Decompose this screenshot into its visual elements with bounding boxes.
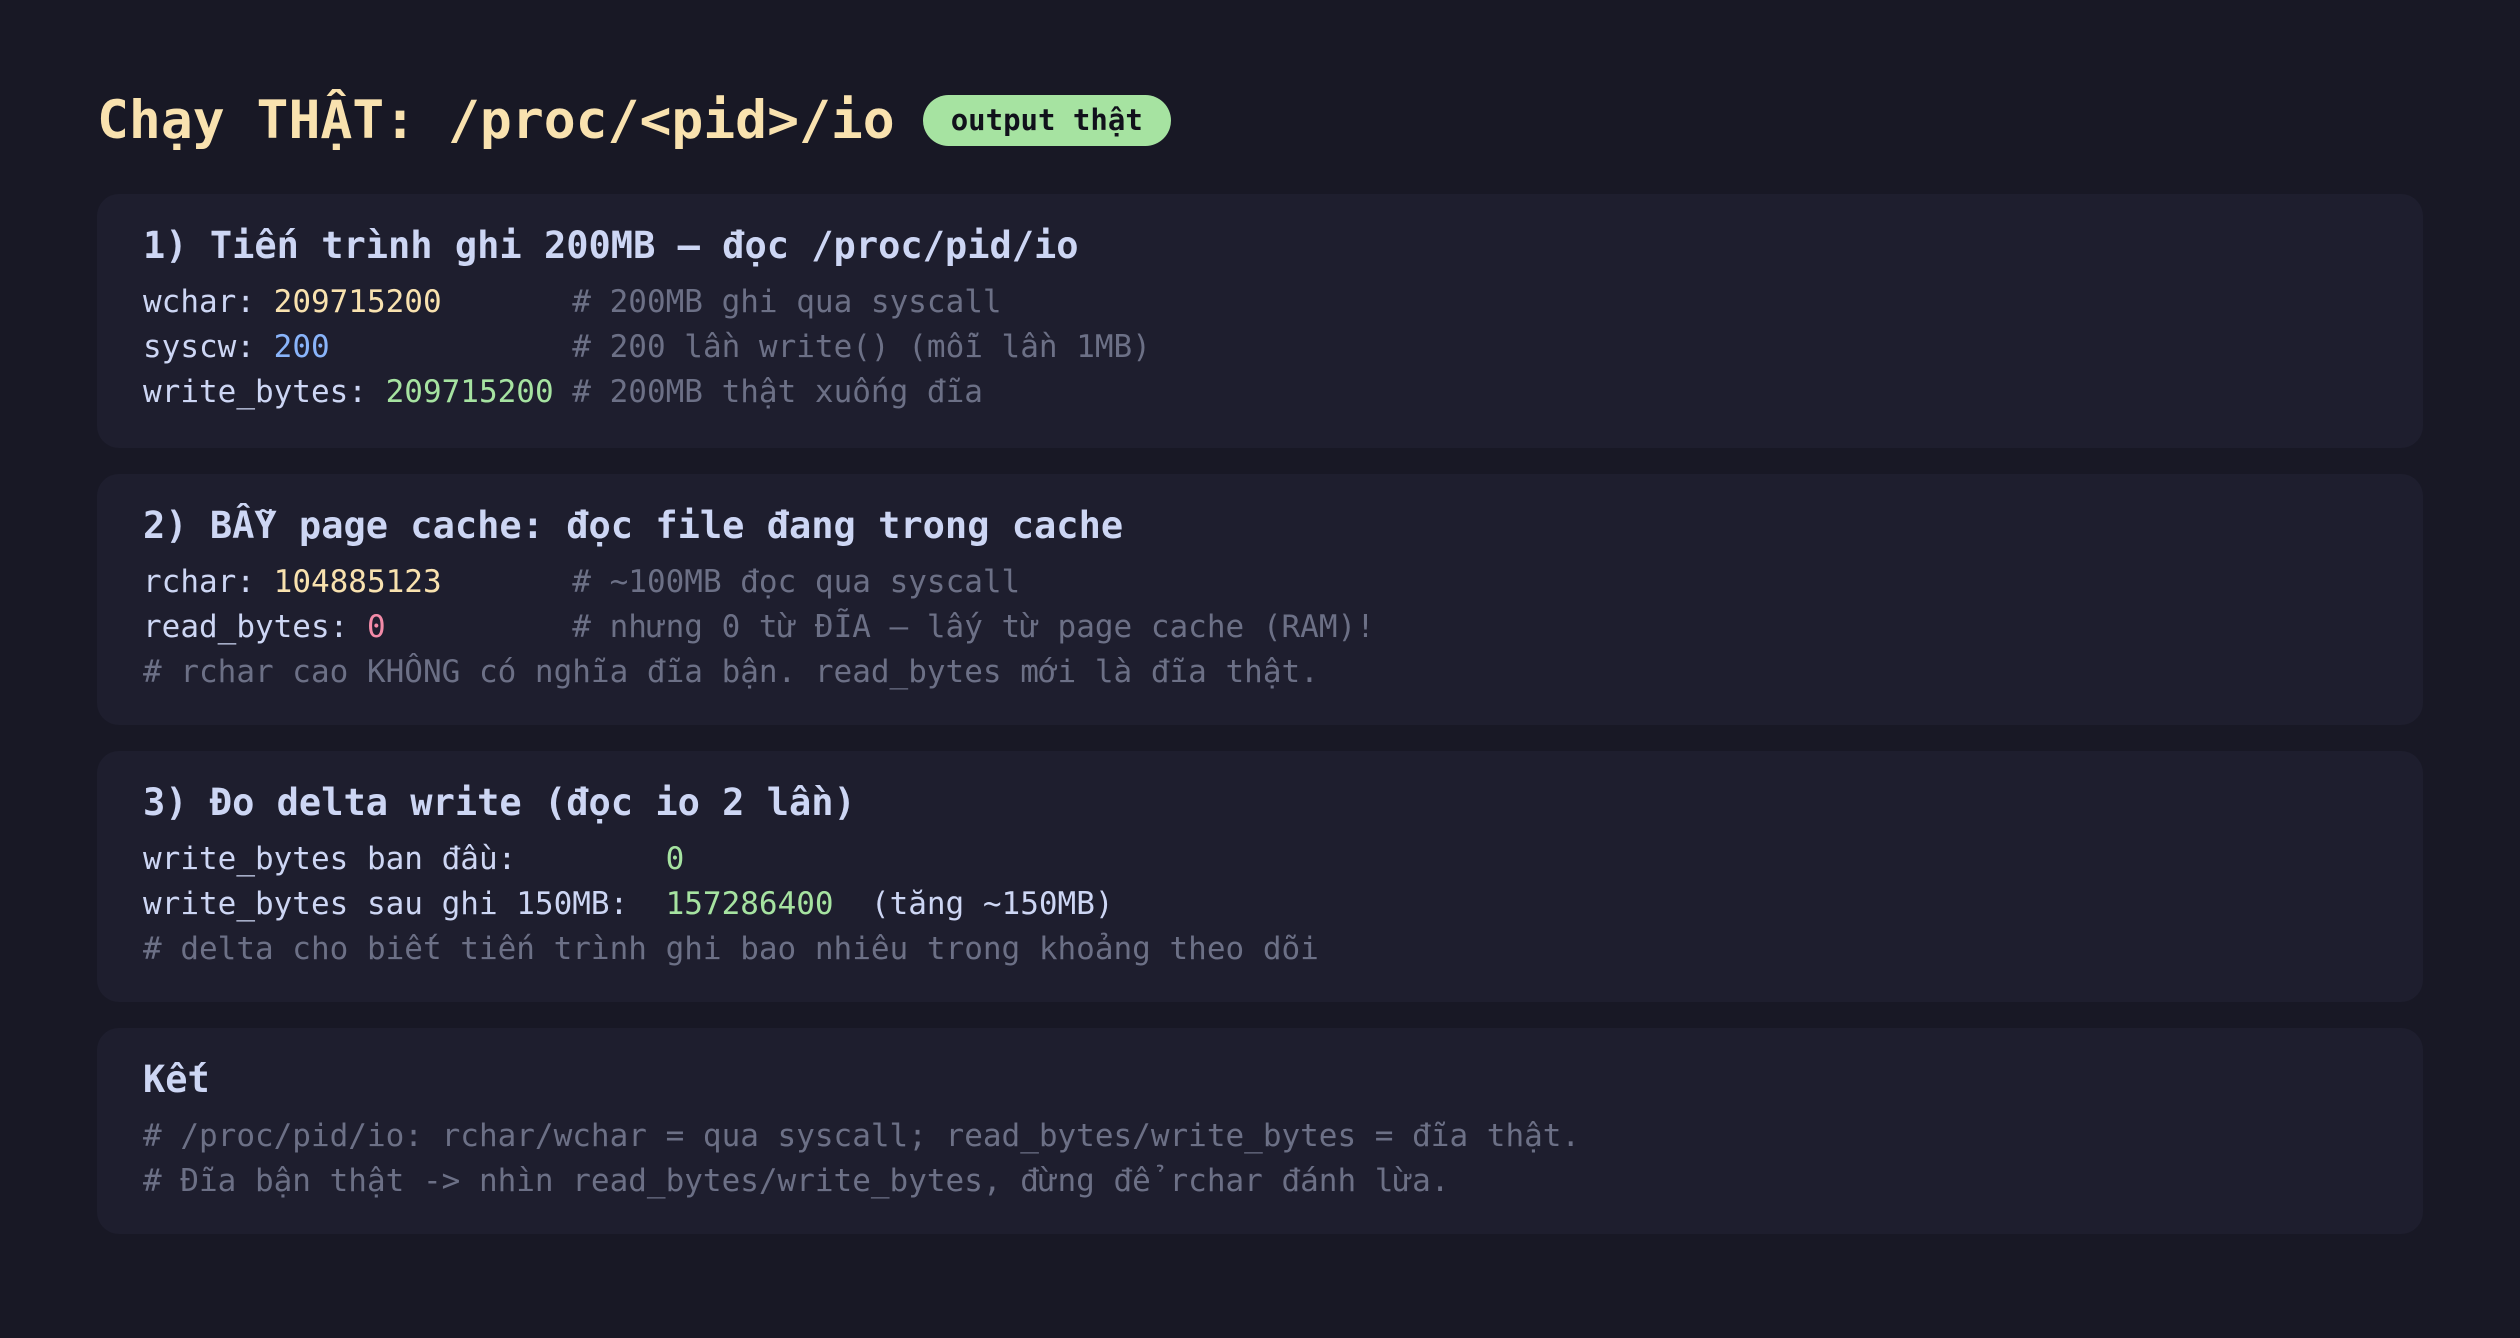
comment-line: # delta cho biết tiến trình ghi bao nhiê… [143, 927, 2377, 972]
io-padding [442, 284, 573, 320]
io-padding [386, 609, 573, 645]
io-line-syscw: syscw: 200 # 200 lần write() (mỗi lần 1M… [143, 325, 2377, 370]
page: Chạy THẬT: /proc/<pid>/io output thật 1)… [0, 0, 2520, 1338]
io-line-write-bytes: write_bytes: 209715200 # 200MB thật xuốn… [143, 370, 2377, 415]
section-title: 1) Tiến trình ghi 200MB — đọc /proc/pid/… [143, 224, 1079, 267]
section-process-write: 1) Tiến trình ghi 200MB — đọc /proc/pid/… [97, 194, 2423, 448]
io-comment: # delta cho biết tiến trình ghi bao nhiê… [143, 931, 1319, 968]
io-line-rchar: rchar: 104885123 # ~100MB đọc qua syscal… [143, 560, 2377, 605]
io-key: rchar: [143, 564, 274, 601]
section-title: 3) Đo delta write (đọc io 2 lần) [143, 781, 856, 824]
io-key: syscw: [143, 329, 274, 366]
io-comment: # ~100MB đọc qua syscall [572, 564, 1021, 601]
io-value: 0 [366, 609, 386, 646]
output-badge: output thật [922, 94, 1171, 146]
io-padding [442, 564, 573, 600]
io-value: 200 [273, 329, 330, 366]
io-value: 209715200 [273, 284, 442, 321]
io-comment: # 200 lần write() (mỗi lần 1MB) [572, 329, 1151, 366]
section-page-cache-trap: 2) BẪY page cache: đọc file đang trong c… [97, 474, 2423, 725]
io-padding [330, 329, 573, 365]
io-suffix: (tăng ~150MB) [833, 886, 1114, 923]
io-comment: # /proc/pid/io: rchar/wchar = qua syscal… [143, 1118, 1581, 1155]
header: Chạy THẬT: /proc/<pid>/io output thật [97, 0, 2423, 156]
io-line-write-bytes-initial: write_bytes ban đầu: 0 [143, 837, 2377, 882]
io-comment: # rchar cao KHÔNG có nghĩa đĩa bận. read… [143, 654, 1319, 691]
io-value: 0 [665, 841, 685, 878]
io-comment: # Đĩa bận thật -> nhìn read_bytes/write_… [143, 1163, 1450, 1200]
io-key: write_bytes sau ghi 150MB: [143, 886, 666, 923]
io-padding [554, 374, 573, 410]
io-key: write_bytes: [143, 374, 386, 411]
section-conclusion: Kết # /proc/pid/io: rchar/wchar = qua sy… [97, 1028, 2423, 1234]
section-delta-write: 3) Đo delta write (đọc io 2 lần) write_b… [97, 751, 2423, 1002]
section-title: 2) BẪY page cache: đọc file đang trong c… [143, 504, 1124, 547]
io-line-write-bytes-after: write_bytes sau ghi 150MB: 157286400 (tă… [143, 882, 2377, 927]
page-title: Chạy THẬT: /proc/<pid>/io [97, 89, 895, 151]
comment-line: # Đĩa bận thật -> nhìn read_bytes/write_… [143, 1159, 2377, 1204]
io-line-read-bytes: read_bytes: 0 # nhưng 0 từ ĐĨA — lấy từ … [143, 605, 2377, 650]
section-title: Kết [143, 1058, 210, 1101]
io-value: 157286400 [665, 886, 834, 923]
io-value: 104885123 [273, 564, 442, 601]
io-key: write_bytes ban đầu: [143, 841, 666, 878]
comment-line: # /proc/pid/io: rchar/wchar = qua syscal… [143, 1114, 2377, 1159]
io-value: 209715200 [385, 374, 554, 411]
io-key: read_bytes: [143, 609, 367, 646]
io-comment: # 200MB thật xuống đĩa [572, 374, 983, 411]
io-key: wchar: [143, 284, 274, 321]
io-comment: # nhưng 0 từ ĐĨA — lấy từ page cache (RA… [572, 609, 1375, 646]
io-comment: # 200MB ghi qua syscall [572, 284, 1002, 321]
io-line-wchar: wchar: 209715200 # 200MB ghi qua syscall [143, 280, 2377, 325]
comment-line: # rchar cao KHÔNG có nghĩa đĩa bận. read… [143, 650, 2377, 695]
